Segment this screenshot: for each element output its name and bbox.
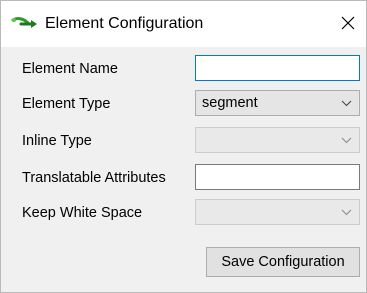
element-configuration-dialog: Element Configuration Element Name Eleme… bbox=[0, 0, 367, 293]
translatable-attributes-input[interactable] bbox=[195, 164, 360, 190]
keep-white-space-select[interactable] bbox=[195, 199, 360, 225]
inline-type-select[interactable] bbox=[195, 127, 360, 153]
chevron-down-icon bbox=[341, 100, 352, 107]
chevron-down-icon bbox=[341, 137, 352, 144]
title-bar[interactable]: Element Configuration bbox=[1, 1, 366, 47]
keep-white-space-label: Keep White Space bbox=[22, 205, 143, 221]
window-title: Element Configuration bbox=[45, 15, 204, 32]
save-configuration-button[interactable]: Save Configuration bbox=[206, 247, 360, 277]
inline-type-label: Inline Type bbox=[22, 133, 92, 149]
element-name-label: Element Name bbox=[22, 61, 118, 77]
dialog-body: Element Name Element Type segment Inline… bbox=[1, 47, 366, 292]
element-type-value: segment bbox=[202, 95, 258, 111]
translatable-attributes-label: Translatable Attributes bbox=[22, 170, 166, 186]
element-type-label: Element Type bbox=[22, 96, 111, 112]
close-icon[interactable] bbox=[334, 9, 362, 37]
chevron-down-icon bbox=[341, 209, 352, 216]
element-type-select[interactable]: segment bbox=[195, 90, 360, 116]
green-arrow-icon bbox=[11, 15, 41, 31]
element-name-input[interactable] bbox=[195, 55, 360, 81]
